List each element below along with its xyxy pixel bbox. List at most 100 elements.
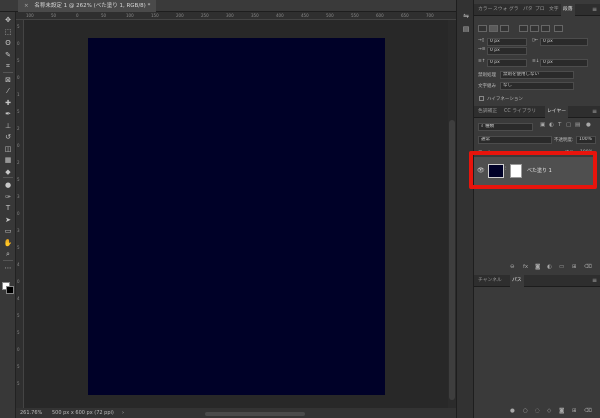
horizontal-scrollbar-thumb[interactable]	[205, 412, 305, 416]
new-group-icon[interactable]: ▭	[559, 264, 564, 270]
ruler-h-tick: 450	[301, 13, 309, 18]
vertical-ruler[interactable]: 5 0 5 0 1 5 2 0 2 5 3 0 3 5 4 0 4 5 5 0 5 5	[16, 20, 24, 408]
tab-properties[interactable]: プロ	[535, 4, 545, 16]
load-selection-icon[interactable]: ◌	[535, 408, 540, 414]
tab-swatches[interactable]: スウォ	[493, 4, 507, 16]
ruler-h-tick: 650	[401, 13, 409, 18]
new-layer-icon[interactable]: ⊞	[572, 264, 577, 270]
close-tab-icon[interactable]: ×	[24, 3, 29, 9]
make-path-icon[interactable]: ◇	[547, 408, 551, 414]
spot-heal-icon[interactable]: ✚	[2, 98, 14, 108]
indent-first-line-field[interactable]: 0 px	[487, 47, 527, 55]
ruler-v-tick: 5	[17, 330, 20, 335]
indent-left-icon: →▯	[478, 38, 485, 43]
zoom-icon[interactable]: ⌕	[2, 249, 14, 259]
toolbar-separator	[3, 259, 13, 261]
tab-patterns[interactable]: パタ	[523, 4, 533, 16]
align-right-button[interactable]	[500, 25, 509, 32]
type-icon[interactable]: T	[2, 203, 14, 213]
layers-panel-menu-icon[interactable]: ≡	[592, 106, 597, 118]
stroke-path-icon[interactable]: ○	[523, 408, 528, 414]
filter-adjust-icon[interactable]: ◐	[549, 122, 554, 128]
zoom-level[interactable]: 261.76%	[20, 408, 42, 418]
crop-icon[interactable]: ⌗	[2, 61, 14, 71]
adjustment-layer-icon[interactable]: ◐	[547, 264, 552, 270]
justify-center-button[interactable]	[530, 25, 539, 32]
frame-icon[interactable]: ⊠	[2, 75, 14, 85]
ruler-v-tick: 0	[17, 75, 20, 80]
tab-paths[interactable]: パス	[510, 275, 524, 287]
tab-character[interactable]: 文字	[549, 4, 559, 16]
document-canvas[interactable]	[88, 38, 385, 395]
lasso-icon[interactable]: ʘ	[2, 38, 14, 48]
rectangle-icon[interactable]: ▭	[2, 226, 14, 236]
ruler-h-tick: 0	[76, 13, 79, 18]
horizontal-ruler[interactable]: 100 50 0 50 100 150 200 250 300 350 400 450 500 550 60…	[16, 12, 456, 20]
add-mask-icon[interactable]: ◙	[535, 264, 540, 270]
filter-smart-icon[interactable]: ▤	[575, 122, 580, 128]
link-layers-icon[interactable]: ⊖	[510, 264, 515, 270]
dodge-icon[interactable]: ●	[2, 180, 14, 190]
kinsoku-select[interactable]: 禁則を使用しない	[500, 71, 574, 79]
path-mask-icon[interactable]: ◙	[559, 408, 564, 414]
gradient-icon[interactable]: ▦	[2, 155, 14, 165]
brush-icon[interactable]: ✒	[2, 109, 14, 119]
tab-adjustments[interactable]: 色調補正	[478, 106, 497, 118]
tab-channels[interactable]: チャンネル	[478, 275, 502, 287]
vertical-scrollbar-thumb[interactable]	[449, 120, 455, 400]
background-color-swatch[interactable]	[6, 286, 14, 294]
highlight-annotation-box	[469, 151, 597, 189]
filter-type-icon[interactable]: T	[558, 122, 561, 128]
status-arrow-icon[interactable]: ›	[122, 408, 124, 418]
channels-panel-menu-icon[interactable]: ≡	[592, 275, 597, 287]
align-left-button[interactable]	[478, 25, 487, 32]
quick-select-icon[interactable]: ✎	[2, 50, 14, 60]
history-icon[interactable]: ⇋	[461, 11, 471, 21]
toolbar-separator	[3, 71, 13, 73]
ruler-h-tick: 200	[176, 13, 184, 18]
tab-gradients[interactable]: グラ	[509, 4, 519, 16]
ruler-v-tick: 3	[17, 228, 20, 233]
layer-style-icon[interactable]: fx	[523, 264, 528, 270]
blur-icon[interactable]: ◆	[2, 167, 14, 177]
more-icon[interactable]: ⋯	[2, 263, 14, 273]
align-center-button[interactable]	[489, 25, 498, 32]
stamp-icon[interactable]: ⊥	[2, 121, 14, 131]
opacity-field[interactable]: 100%	[576, 136, 596, 144]
ruler-h-tick: 50	[51, 13, 57, 18]
delete-layer-icon[interactable]: ⌫	[584, 264, 592, 270]
indent-left-field[interactable]: 0 px	[487, 38, 527, 46]
filter-shape-icon[interactable]: ▢	[566, 122, 571, 128]
filter-toggle-icon[interactable]: ●	[586, 122, 591, 128]
hyphenation-checkbox[interactable]	[479, 96, 484, 101]
new-path-icon[interactable]: ⊞	[572, 408, 577, 414]
space-before-field[interactable]: 0 px	[487, 59, 527, 67]
justify-left-button[interactable]	[519, 25, 528, 32]
eyedropper-icon[interactable]: ⁄	[2, 86, 14, 96]
hand-icon[interactable]: ✋	[2, 238, 14, 248]
fill-path-icon[interactable]: ●	[510, 408, 515, 414]
eraser-icon[interactable]: ◫	[2, 144, 14, 154]
filter-pixel-icon[interactable]: ▣	[540, 122, 545, 128]
blend-mode-select[interactable]: 通常	[478, 136, 552, 144]
delete-path-icon[interactable]: ⌫	[584, 408, 592, 414]
path-select-icon[interactable]: ➤	[2, 215, 14, 225]
panel-menu-icon[interactable]: ≡	[592, 4, 597, 16]
tab-paragraph[interactable]: 段落	[561, 4, 575, 16]
comment-icon[interactable]: ▤	[461, 24, 471, 34]
layer-filter-select[interactable]: ⌕ 種類	[478, 123, 533, 131]
pen-icon[interactable]: ✑	[2, 192, 14, 202]
justify-right-button[interactable]	[541, 25, 550, 32]
mojikumi-select[interactable]: なし	[500, 82, 574, 90]
ruler-v-tick: 5	[17, 313, 20, 318]
tab-layers[interactable]: レイヤー	[545, 106, 569, 118]
tab-color[interactable]: カラー	[478, 4, 492, 16]
move-icon[interactable]: ✥	[2, 15, 14, 25]
marquee-icon[interactable]: ⬚	[2, 27, 14, 37]
document-tab[interactable]: × 名称未設定 1 @ 262% (べた塗り 1, RGB/8) *	[18, 0, 157, 12]
space-after-field[interactable]: 0 px	[540, 59, 588, 67]
tab-cc-libraries[interactable]: CC ライブラリ	[504, 106, 536, 118]
history-brush-icon[interactable]: ↺	[2, 132, 14, 142]
indent-right-field[interactable]: 0 px	[540, 38, 588, 46]
justify-all-button[interactable]	[554, 25, 563, 32]
